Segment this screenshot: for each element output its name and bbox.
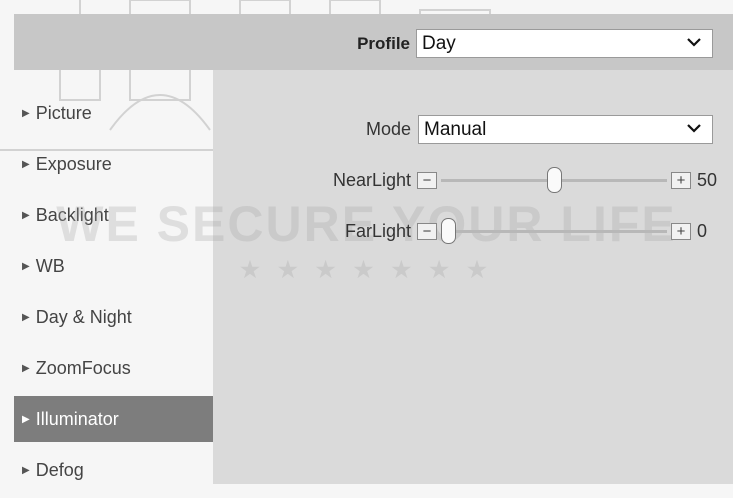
profile-row: Profile Day [357,28,713,59]
near-light-label: NearLight [332,169,411,190]
sidebar-item-illuminator[interactable]: ▶ Illuminator [14,396,213,442]
sidebar-item-defog[interactable]: ▶ Defog [14,447,213,493]
slider-thumb[interactable] [547,167,562,193]
far-light-plus-button[interactable]: + [671,222,691,240]
mode-label: Mode [365,119,411,139]
sidebar-item-label: Illuminator [35,408,119,429]
sidebar-item-label: ZoomFocus [35,357,131,378]
profile-select[interactable]: Day [416,29,713,58]
sidebar-item-wb[interactable]: ▶ WB [14,243,213,289]
profile-select-value: Day [422,32,456,54]
triangle-right-icon: ▶ [22,209,30,221]
triangle-right-icon: ▶ [22,311,30,323]
far-light-slider[interactable] [441,218,667,244]
near-light-value: 50 [697,169,718,190]
sidebar-item-label: Defog [35,459,84,480]
triangle-right-icon: ▶ [22,260,30,272]
sidebar-item-label: Exposure [35,153,112,174]
sidebar-item-zoomfocus[interactable]: ▶ ZoomFocus [14,345,213,391]
chevron-down-icon [686,35,702,53]
near-light-plus-button[interactable]: + [671,171,691,189]
sidebar-item-backlight[interactable]: ▶ Backlight [14,192,213,238]
sidebar-item-exposure[interactable]: ▶ Exposure [14,141,213,187]
triangle-right-icon: ▶ [22,158,30,170]
far-light-minus-button[interactable]: − [417,222,437,240]
sidebar-item-label: Day & Night [35,306,132,327]
slider-track [441,230,667,233]
far-light-row: FarLight − + 0 [213,218,708,244]
triangle-right-icon: ▶ [22,107,30,119]
far-light-label: FarLight [344,220,411,241]
near-light-slider[interactable] [441,167,667,193]
triangle-right-icon: ▶ [22,464,30,476]
profile-label: Profile [357,33,410,53]
slider-thumb[interactable] [441,218,456,244]
sidebar-item-label: Backlight [35,204,109,225]
sidebar: ▶ Picture ▶ Exposure ▶ Backlight ▶ WB ▶ … [14,90,213,498]
sidebar-item-day-night[interactable]: ▶ Day & Night [14,294,213,340]
near-light-minus-button[interactable]: − [417,171,437,189]
mode-row: Mode Manual [213,114,713,145]
sidebar-item-label: Picture [35,102,92,123]
triangle-right-icon: ▶ [22,362,30,374]
far-light-value: 0 [697,220,708,241]
chevron-down-icon [686,121,702,139]
sidebar-item-label: WB [35,255,65,276]
near-light-row: NearLight − + 50 [213,167,718,193]
sidebar-item-picture[interactable]: ▶ Picture [14,90,213,136]
triangle-right-icon: ▶ [22,413,30,425]
mode-select-value: Manual [424,118,487,140]
mode-select[interactable]: Manual [418,115,713,144]
